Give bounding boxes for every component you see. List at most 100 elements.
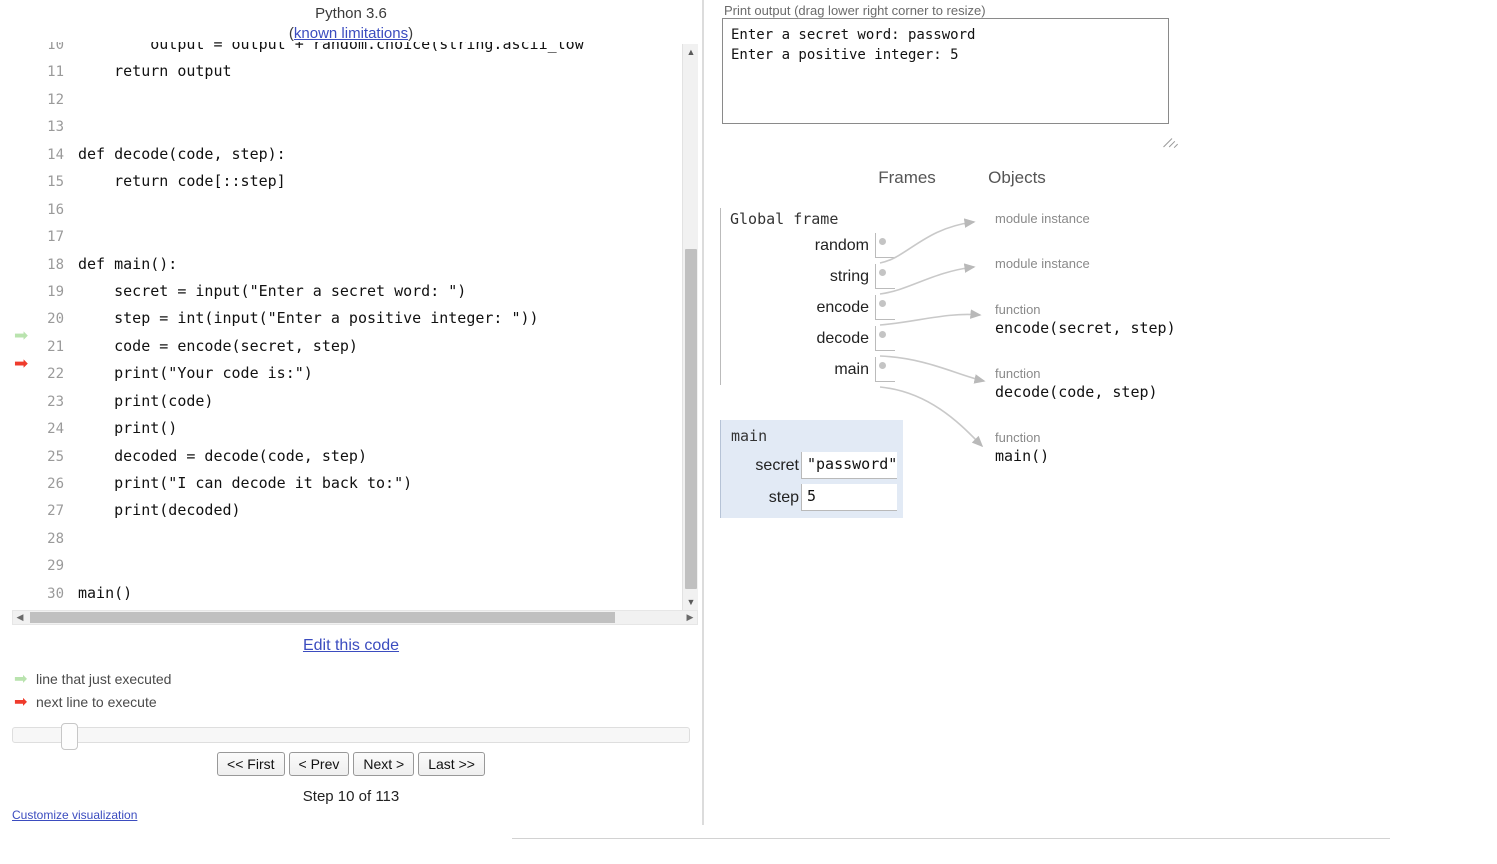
prev-step-button[interactable]: < Prev xyxy=(288,752,350,776)
variable-name: random xyxy=(814,237,869,254)
legend-label: next line to execute xyxy=(36,694,157,710)
line-number[interactable]: 22 xyxy=(40,361,64,388)
code-line: 11 return output xyxy=(12,58,688,85)
print-output-box: Enter a secret word: password Enter a po… xyxy=(722,18,1169,124)
object-type-label: function xyxy=(995,302,1041,317)
variable-pointer-slot xyxy=(875,264,895,289)
variable-name: decode xyxy=(816,330,870,347)
line-number[interactable]: 30 xyxy=(40,581,64,608)
legend-row: ➡ line that just executed xyxy=(14,667,171,690)
code-text: def main(): xyxy=(78,254,178,273)
scroll-up-icon[interactable]: ▲ xyxy=(683,44,699,60)
code-text: step = int(input("Enter a positive integ… xyxy=(78,309,539,328)
code-line: 14 def decode(code, step): xyxy=(12,141,688,168)
code-text: print("I can decode it back to:") xyxy=(78,474,413,492)
code-text: decoded = decode(code, step) xyxy=(78,446,367,465)
python-version-header: Python 3.6 (known limitations) xyxy=(0,4,702,44)
object-type-label: function xyxy=(995,366,1041,381)
line-number[interactable]: 21 xyxy=(40,334,64,361)
global-variable-row: encode xyxy=(730,292,905,323)
global-variable-row: string xyxy=(730,261,905,292)
line-number[interactable]: 24 xyxy=(40,416,64,443)
code-line: 22 print("Your code is:") xyxy=(12,360,688,387)
objects-column-header: Objects xyxy=(988,168,1046,187)
code-text: print(decoded) xyxy=(78,501,241,520)
variable-pointer-slot xyxy=(875,357,895,382)
known-limitations-wrap: (known limitations) xyxy=(0,24,702,44)
heap-object: module instance xyxy=(995,211,1090,227)
code-text: secret = input("Enter a secret word: ") xyxy=(78,281,467,300)
code-pane: Python 3.6 (known limitations) 10 output… xyxy=(0,0,702,864)
code-line: 30 main() xyxy=(12,580,688,607)
paren-close: ) xyxy=(408,25,414,42)
code-line: 28 xyxy=(12,525,688,552)
code-line: 25 decoded = decode(code, step) xyxy=(12,443,688,470)
code-text: output = output + random.choice(string.a… xyxy=(78,42,584,53)
line-number[interactable]: 17 xyxy=(40,224,64,251)
vertical-scroll-thumb[interactable] xyxy=(685,249,697,589)
line-number[interactable]: 18 xyxy=(40,252,64,279)
code-horizontal-scrollbar[interactable]: ◀ ▶ xyxy=(12,610,698,625)
code-line: 27 print(decoded) xyxy=(12,497,688,524)
edit-this-code-link[interactable]: Edit this code xyxy=(0,637,702,655)
line-number[interactable]: 15 xyxy=(40,169,64,196)
variable-pointer-slot xyxy=(875,233,895,258)
pointer-dot-icon xyxy=(879,238,886,245)
global-frame-variables: random string encode decode main xyxy=(730,230,905,385)
next-step-button[interactable]: Next > xyxy=(353,752,415,776)
line-number[interactable]: 29 xyxy=(40,553,64,580)
print-output-label: Print output (drag lower right corner to… xyxy=(724,3,986,18)
code-text: print("Your code is:") xyxy=(78,364,313,383)
step-slider-handle[interactable] xyxy=(61,723,78,750)
code-display[interactable]: 10 output = output + random.choice(strin… xyxy=(12,42,702,628)
line-number[interactable]: 16 xyxy=(40,197,64,224)
main-stack-frame: main secret "password" step 5 xyxy=(720,420,903,518)
legend-label: line that just executed xyxy=(36,671,172,687)
last-step-button[interactable]: Last >> xyxy=(418,752,485,776)
next-line-arrow-icon: ➡ xyxy=(14,353,29,374)
scroll-right-icon[interactable]: ▶ xyxy=(683,611,697,624)
line-number[interactable]: 13 xyxy=(40,114,64,141)
line-number[interactable]: 28 xyxy=(40,526,64,553)
line-number[interactable]: 10 xyxy=(40,42,64,59)
pointer-dot-icon xyxy=(879,362,886,369)
line-number[interactable]: 25 xyxy=(40,444,64,471)
line-number[interactable]: 12 xyxy=(40,87,64,114)
step-navigation-buttons: << First < Prev Next > Last >> xyxy=(0,752,702,776)
step-slider[interactable] xyxy=(12,723,690,750)
scroll-left-icon[interactable]: ◀ xyxy=(13,611,27,624)
variable-name: main xyxy=(834,361,869,378)
variable-value: "password" xyxy=(801,452,897,479)
legend-just-executed-arrow-icon: ➡ xyxy=(14,669,28,688)
code-line: ➡ 21 code = encode(secret, step) xyxy=(12,333,688,374)
scroll-down-icon[interactable]: ▼ xyxy=(683,594,699,610)
horizontal-scroll-thumb[interactable] xyxy=(30,612,615,623)
resize-grip-icon[interactable] xyxy=(1160,127,1179,149)
line-number[interactable]: 20 xyxy=(40,306,64,333)
code-text: code = encode(secret, step) xyxy=(78,336,358,355)
line-number[interactable]: 14 xyxy=(40,142,64,169)
object-type-label: module instance xyxy=(995,256,1090,271)
code-lines-container: 10 output = output + random.choice(strin… xyxy=(12,42,688,607)
line-number[interactable]: 11 xyxy=(40,59,64,86)
customize-visualization-link[interactable]: Customize visualization xyxy=(12,808,137,822)
main-frame-title: main xyxy=(731,427,768,445)
variable-name: secret xyxy=(755,457,799,474)
pointer-dot-icon xyxy=(879,269,886,276)
line-number[interactable]: 19 xyxy=(40,279,64,306)
variable-name: string xyxy=(829,268,869,285)
global-variable-row: decode xyxy=(730,323,905,354)
first-step-button[interactable]: << First xyxy=(217,752,285,776)
known-limitations-link[interactable]: known limitations xyxy=(294,25,408,42)
line-number[interactable]: 23 xyxy=(40,389,64,416)
code-vertical-scrollbar[interactable]: ▲ ▼ xyxy=(682,44,698,610)
object-type-label: function xyxy=(995,430,1041,445)
visualization-pane: Print output (drag lower right corner to… xyxy=(702,0,1497,864)
global-variable-row: random xyxy=(730,230,905,261)
line-number[interactable]: 26 xyxy=(40,471,64,498)
code-text: return code[::step] xyxy=(78,172,286,191)
line-number[interactable]: 27 xyxy=(40,498,64,525)
code-line: 24 print() xyxy=(12,415,688,442)
just-executed-arrow-icon: ➡ xyxy=(14,326,29,347)
code-text: def decode(code, step): xyxy=(78,144,286,163)
